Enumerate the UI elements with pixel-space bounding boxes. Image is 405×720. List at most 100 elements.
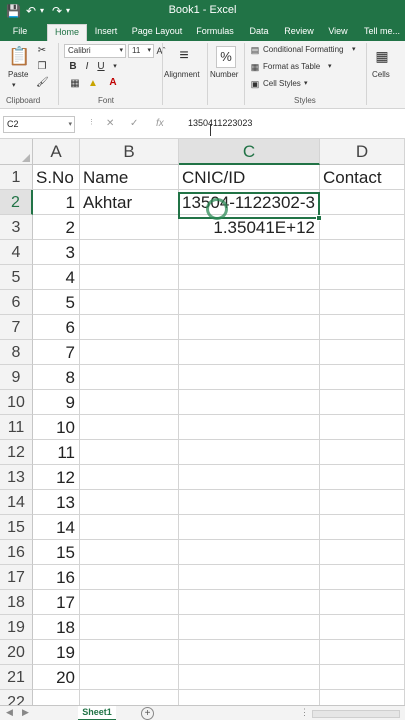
cell-d19[interactable] xyxy=(320,615,405,640)
row-header[interactable]: 12 xyxy=(0,440,33,465)
cell-a19[interactable]: 18 xyxy=(33,615,80,640)
cell-c8[interactable] xyxy=(179,340,320,365)
add-sheet-icon[interactable]: + xyxy=(141,707,154,720)
row-header[interactable]: 8 xyxy=(0,340,33,365)
cell-c6[interactable] xyxy=(179,290,320,315)
scroll-left-icon[interactable]: ◀ xyxy=(6,707,13,718)
conditional-formatting-button[interactable]: Conditional Formatting xyxy=(263,45,343,54)
cell-d20[interactable] xyxy=(320,640,405,665)
cell-c4[interactable] xyxy=(179,240,320,265)
cell-a20[interactable]: 19 xyxy=(33,640,80,665)
row-header[interactable]: 9 xyxy=(0,365,33,390)
select-all-button[interactable] xyxy=(0,139,33,165)
cell-a3[interactable]: 2 xyxy=(33,215,80,240)
horizontal-scroll-icon[interactable]: ⋮ xyxy=(300,707,309,718)
cell-d9[interactable] xyxy=(320,365,405,390)
cell-c22[interactable] xyxy=(179,690,320,705)
cell-b5[interactable] xyxy=(80,265,179,290)
row-header[interactable]: 10 xyxy=(0,390,33,415)
cell-a15[interactable]: 14 xyxy=(33,515,80,540)
row-header[interactable]: 3 xyxy=(0,215,33,240)
tab-file[interactable]: File xyxy=(5,24,35,41)
cell-a17[interactable]: 16 xyxy=(33,565,80,590)
cell-a21[interactable]: 20 xyxy=(33,665,80,690)
cell-d13[interactable] xyxy=(320,465,405,490)
cells-button[interactable]: Cells xyxy=(372,70,390,79)
cancel-icon[interactable]: ✕ xyxy=(106,118,114,129)
row-header[interactable]: 18 xyxy=(0,590,33,615)
cell-c14[interactable] xyxy=(179,490,320,515)
cell-a22[interactable] xyxy=(33,690,80,705)
row-header[interactable]: 20 xyxy=(0,640,33,665)
cell-a13[interactable]: 12 xyxy=(33,465,80,490)
tab-review[interactable]: Review xyxy=(281,24,317,41)
cell-c20[interactable] xyxy=(179,640,320,665)
cell-c11[interactable] xyxy=(179,415,320,440)
cell-d4[interactable] xyxy=(320,240,405,265)
fill-color-icon[interactable]: ▲ xyxy=(86,78,100,90)
column-header-c[interactable]: C xyxy=(179,139,320,165)
paste-dropdown-icon[interactable]: ▾ xyxy=(12,81,16,89)
tab-home[interactable]: Home xyxy=(47,24,87,41)
cell-b11[interactable] xyxy=(80,415,179,440)
cell-c21[interactable] xyxy=(179,665,320,690)
bold-button[interactable]: B xyxy=(68,61,78,73)
cell-c9[interactable] xyxy=(179,365,320,390)
tab-data[interactable]: Data xyxy=(244,24,274,41)
cell-d21[interactable] xyxy=(320,665,405,690)
row-header[interactable]: 1 xyxy=(0,165,33,190)
scroll-right-icon[interactable]: ▶ xyxy=(22,707,29,718)
row-header[interactable]: 5 xyxy=(0,265,33,290)
cell-b19[interactable] xyxy=(80,615,179,640)
cell-c1[interactable]: CNIC/ID xyxy=(179,165,320,190)
horizontal-scrollbar[interactable] xyxy=(312,710,400,718)
row-header[interactable]: 7 xyxy=(0,315,33,340)
cell-d2[interactable] xyxy=(320,190,405,215)
cell-b3[interactable] xyxy=(80,215,179,240)
cell-c10[interactable] xyxy=(179,390,320,415)
cell-d18[interactable] xyxy=(320,590,405,615)
cell-b4[interactable] xyxy=(80,240,179,265)
tab-page-layout[interactable]: Page Layout xyxy=(128,24,186,41)
cell-b12[interactable] xyxy=(80,440,179,465)
tab-tell-me[interactable]: Tell me... xyxy=(360,24,404,41)
cell-d22[interactable] xyxy=(320,690,405,705)
cell-d3[interactable] xyxy=(320,215,405,240)
cell-c7[interactable] xyxy=(179,315,320,340)
sheet-tab-sheet1[interactable]: Sheet1 xyxy=(78,706,116,720)
cell-d5[interactable] xyxy=(320,265,405,290)
cell-d11[interactable] xyxy=(320,415,405,440)
cell-a18[interactable]: 17 xyxy=(33,590,80,615)
cell-a7[interactable]: 6 xyxy=(33,315,80,340)
cell-a9[interactable]: 8 xyxy=(33,365,80,390)
cell-b6[interactable] xyxy=(80,290,179,315)
enter-icon[interactable]: ✓ xyxy=(130,118,138,129)
grow-font-icon[interactable]: Aˆ xyxy=(156,45,166,57)
cell-c3[interactable]: 1.35041E+12 xyxy=(179,215,320,240)
cell-a10[interactable]: 9 xyxy=(33,390,80,415)
cell-c13[interactable] xyxy=(179,465,320,490)
column-header-d[interactable]: D xyxy=(320,139,405,165)
cell-b17[interactable] xyxy=(80,565,179,590)
underline-dropdown-icon[interactable]: ▾ xyxy=(110,61,120,73)
cell-c2[interactable]: 13504-1122302-3 xyxy=(179,190,320,215)
cell-b22[interactable] xyxy=(80,690,179,705)
copy-icon[interactable]: ❐ xyxy=(36,61,48,73)
format-as-table-button[interactable]: Format as Table xyxy=(263,62,320,71)
row-header[interactable]: 13 xyxy=(0,465,33,490)
cell-b8[interactable] xyxy=(80,340,179,365)
cell-b10[interactable] xyxy=(80,390,179,415)
cell-styles-button[interactable]: Cell Styles xyxy=(263,79,301,88)
cell-a4[interactable]: 3 xyxy=(33,240,80,265)
cell-d16[interactable] xyxy=(320,540,405,565)
cell-d8[interactable] xyxy=(320,340,405,365)
paste-icon[interactable]: 📋 xyxy=(8,45,30,67)
insert-function-icon[interactable]: fx xyxy=(156,118,164,129)
cut-icon[interactable]: ✂ xyxy=(36,45,48,57)
cell-c16[interactable] xyxy=(179,540,320,565)
cell-b1[interactable]: Name xyxy=(80,165,179,190)
name-box[interactable]: C2 ▾ xyxy=(3,116,75,133)
row-header[interactable]: 17 xyxy=(0,565,33,590)
row-header[interactable]: 4 xyxy=(0,240,33,265)
cell-d7[interactable] xyxy=(320,315,405,340)
